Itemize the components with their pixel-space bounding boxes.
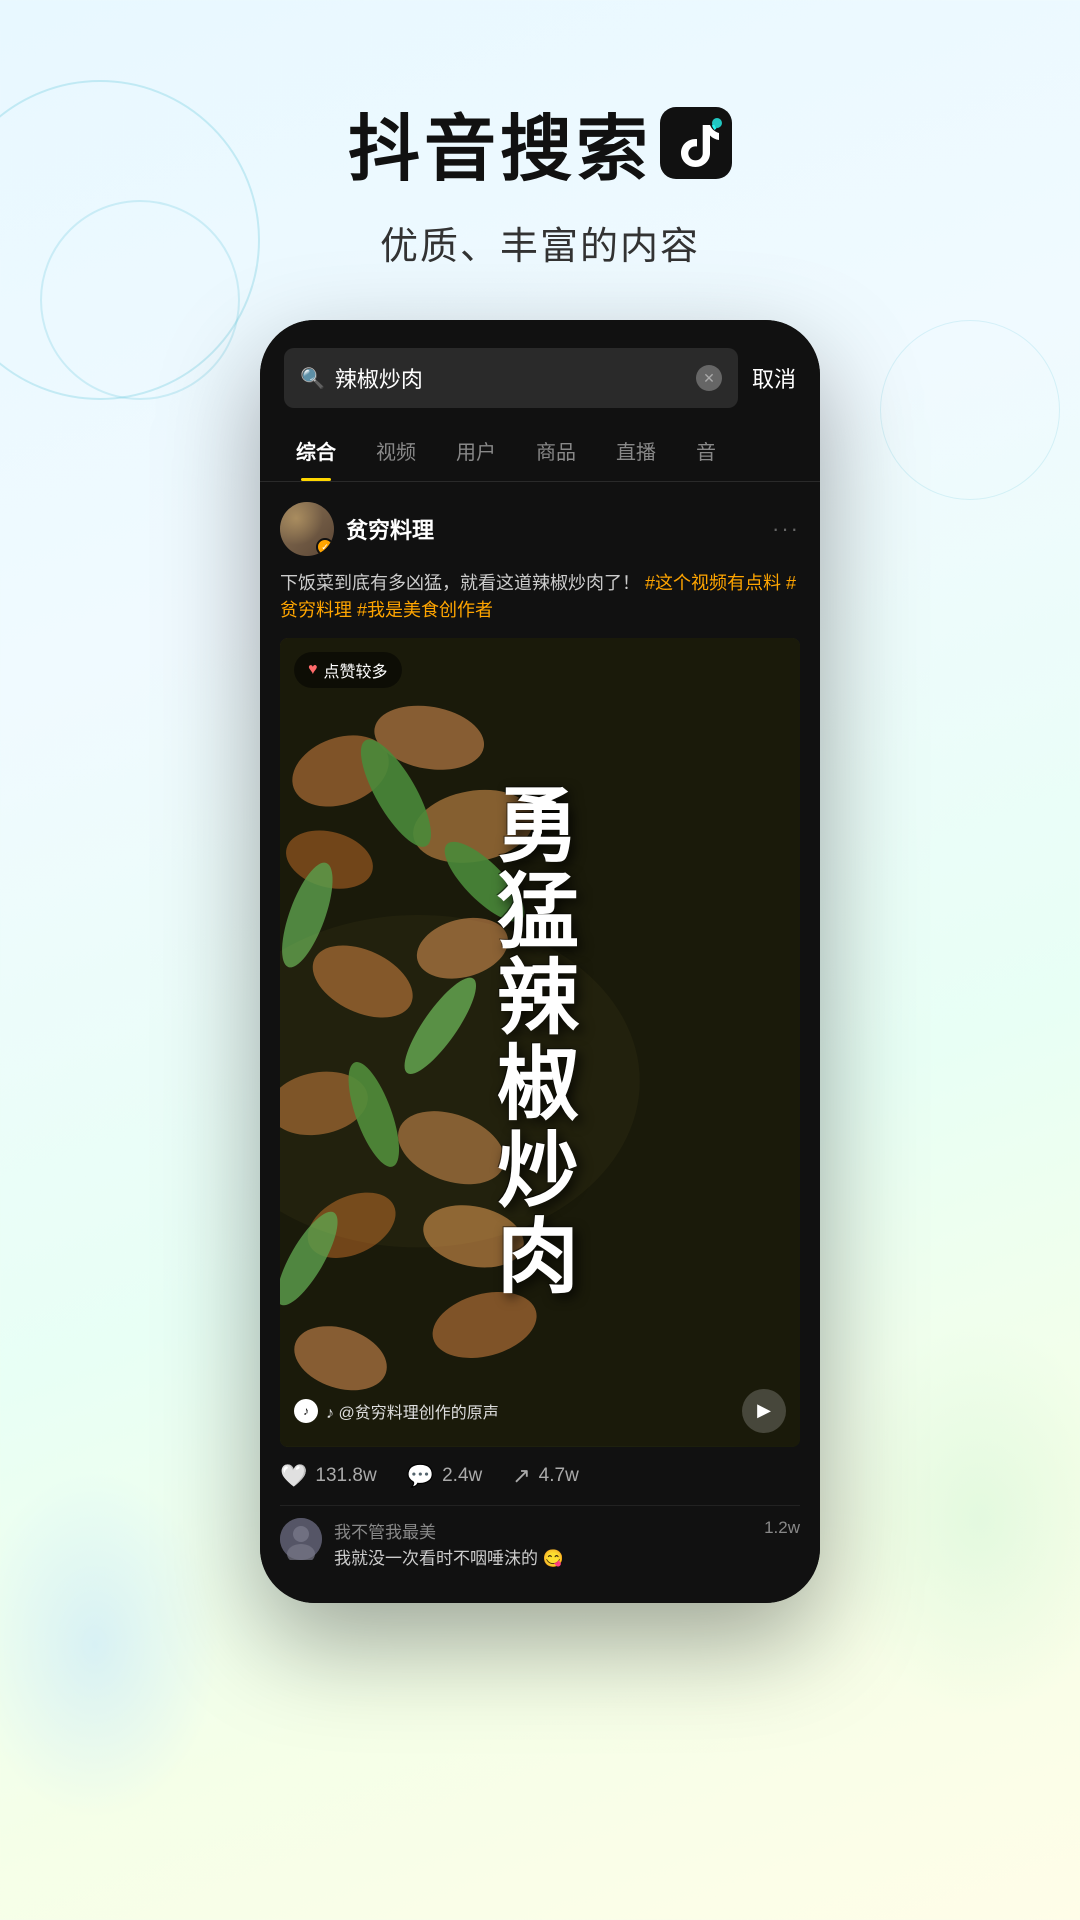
search-input-wrap[interactable]: 🔍 辣椒炒肉 ✕: [284, 348, 738, 408]
phone-mockup: 🔍 辣椒炒肉 ✕ 取消 综合 视频 用户 商品 直播 音: [260, 320, 820, 1603]
likes-badge-text: 点赞较多: [324, 658, 388, 682]
comment-like-count: 1.2w: [764, 1518, 800, 1538]
commenter-name: 我不管我最美: [334, 1518, 752, 1543]
shares-count: 4.7w: [539, 1465, 579, 1487]
verified-badge: ✓: [316, 538, 334, 556]
more-options-icon[interactable]: ···: [772, 516, 800, 542]
comment-preview-section: 我不管我最美 我就没一次看时不咽唾沫的 😋 1.2w: [260, 1505, 820, 1603]
post-desc-normal: 下饭菜到底有多凶猛，就看这道辣椒炒肉了！: [280, 573, 640, 593]
comment-avatar: [280, 1518, 322, 1560]
video-thumbnail[interactable]: 勇猛辣椒炒肉 ♥ 点赞较多 ♪ ♪ @贫穷料理创作的原声 ▶: [280, 638, 800, 1447]
post-description: 下饭菜到底有多凶猛，就看这道辣椒炒肉了！ #这个视频有点料 #贫穷料理 #我是美…: [280, 570, 800, 624]
content-area: ✓ 贫穷料理 ··· 下饭菜到底有多凶猛，就看这道辣椒炒肉了！ #这个视频有点料…: [260, 482, 820, 1505]
engagement-row: 🤍 131.8w 💬 2.4w ↗ 4.7w: [280, 1447, 800, 1505]
search-icon: 🔍: [300, 366, 325, 391]
app-subtitle: 优质、丰富的内容: [0, 215, 1080, 270]
comments-count: 2.4w: [442, 1465, 482, 1487]
phone-container: 🔍 辣椒炒肉 ✕ 取消 综合 视频 用户 商品 直播 音: [0, 320, 1080, 1603]
tab-用户[interactable]: 用户: [436, 420, 516, 481]
video-title-text: 勇猛辣椒炒肉: [497, 781, 583, 1302]
play-button[interactable]: ▶: [742, 1389, 786, 1433]
video-text-overlay: 勇猛辣椒炒肉: [280, 638, 800, 1447]
likes-badge: ♥ 点赞较多: [294, 652, 402, 688]
username[interactable]: 贫穷料理: [346, 513, 434, 545]
heart-icon: 🤍: [280, 1463, 307, 1489]
comment-item: 我不管我最美 我就没一次看时不咽唾沫的 😋 1.2w: [280, 1505, 800, 1583]
share-icon: ↗: [512, 1463, 530, 1489]
sound-text: ♪ @贫穷料理创作的原声: [326, 1399, 499, 1423]
app-header: 抖音搜索 优质、丰富的内容: [0, 0, 1080, 320]
app-title-row: 抖音搜索: [0, 90, 1080, 195]
search-query-text: 辣椒炒肉: [335, 362, 686, 394]
comments-count-item[interactable]: 💬 2.4w: [407, 1463, 483, 1489]
shares-count-item[interactable]: ↗ 4.7w: [512, 1463, 579, 1489]
comment-text: 我就没一次看时不咽唾沫的 😋: [334, 1547, 752, 1571]
avatar[interactable]: ✓: [280, 502, 334, 556]
video-bottom-bar: ♪ ♪ @贫穷料理创作的原声 ▶: [294, 1389, 786, 1433]
tiktok-small-icon: ♪: [294, 1399, 318, 1423]
tab-商品[interactable]: 商品: [516, 420, 596, 481]
app-title-text: 抖音搜索: [348, 90, 652, 195]
likes-count: 131.8w: [315, 1465, 376, 1487]
search-cancel-button[interactable]: 取消: [752, 362, 796, 394]
comment-content: 我不管我最美 我就没一次看时不咽唾沫的 😋: [334, 1518, 752, 1571]
tiktok-logo-icon: [660, 107, 732, 179]
post-header: ✓ 贫穷料理 ···: [280, 502, 800, 556]
tab-bar: 综合 视频 用户 商品 直播 音: [260, 420, 820, 482]
user-info: ✓ 贫穷料理: [280, 502, 434, 556]
tab-综合[interactable]: 综合: [276, 420, 356, 481]
tab-视频[interactable]: 视频: [356, 420, 436, 481]
likes-heart-icon: ♥: [308, 661, 318, 679]
tab-直播[interactable]: 直播: [596, 420, 676, 481]
comment-icon: 💬: [407, 1463, 434, 1489]
sound-info: ♪ ♪ @贫穷料理创作的原声: [294, 1399, 499, 1423]
search-bar-area: 🔍 辣椒炒肉 ✕ 取消: [260, 320, 820, 420]
search-clear-button[interactable]: ✕: [696, 365, 722, 391]
tab-音[interactable]: 音: [676, 420, 736, 481]
likes-count-item[interactable]: 🤍 131.8w: [280, 1463, 377, 1489]
